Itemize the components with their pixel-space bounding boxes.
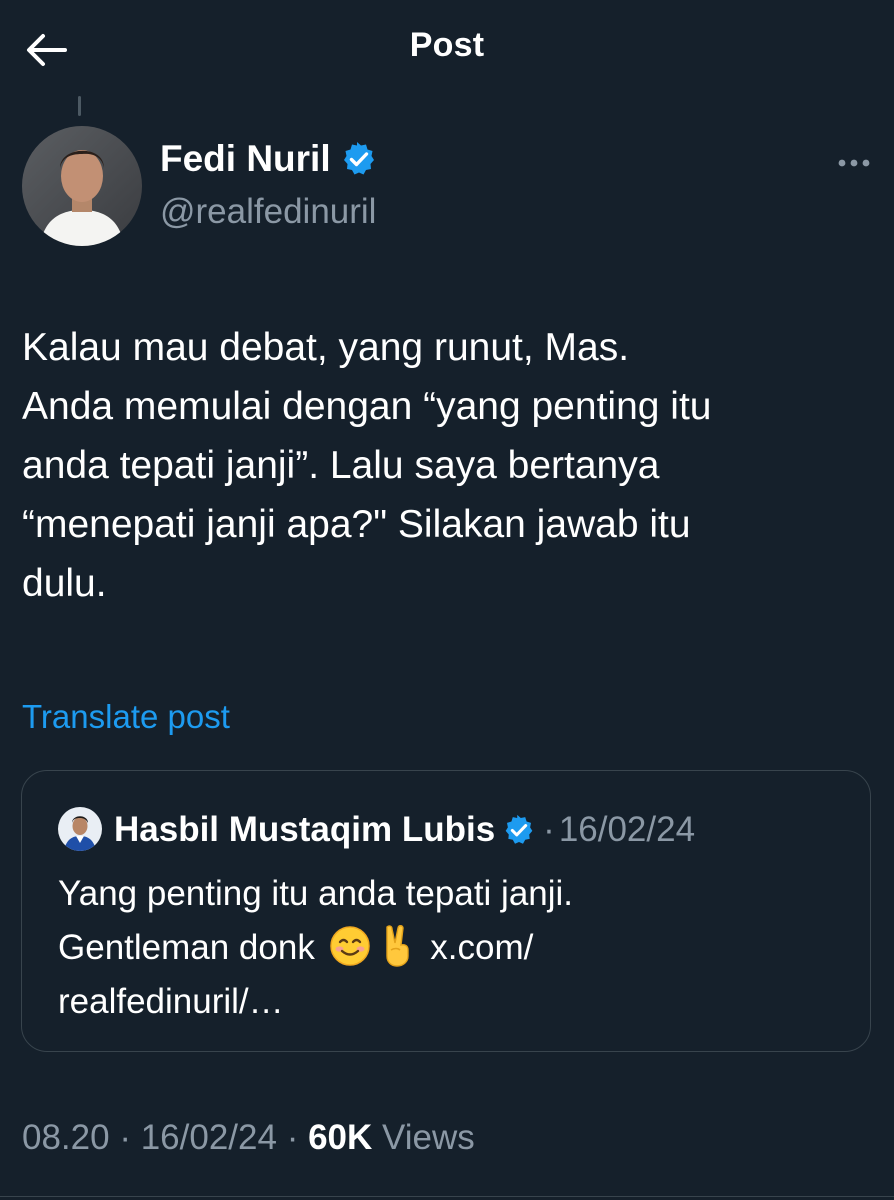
post-text-line: Anda memulai dengan “yang penting itu bbox=[22, 385, 712, 428]
more-options-button[interactable] bbox=[832, 146, 876, 180]
translate-post-link[interactable]: Translate post bbox=[22, 698, 230, 736]
post-text-line: anda tepati janji”. Lalu saya bertanya bbox=[22, 444, 660, 487]
thread-connector bbox=[78, 96, 81, 116]
verified-badge-icon bbox=[505, 814, 533, 844]
page-title: Post bbox=[409, 26, 485, 64]
separator-dot: · bbox=[543, 810, 555, 849]
smiling-face-emoji-icon bbox=[329, 926, 370, 966]
post-body: Kalau mau debat, yang runut, Mas. Anda m… bbox=[22, 318, 852, 613]
post-text-line: “menepati janji apa?" Silakan jawab itu bbox=[22, 503, 691, 546]
quote-body: Yang penting itu anda tepati janji. Gent… bbox=[58, 867, 848, 1029]
quote-text-line[interactable]: realfedinuril/… bbox=[58, 975, 848, 1029]
author-name-row[interactable]: Fedi Nuril bbox=[160, 138, 377, 180]
quote-link-text[interactable]: x.com/ bbox=[430, 928, 533, 967]
more-dots-icon bbox=[838, 159, 870, 167]
divider bbox=[0, 1196, 894, 1197]
quote-author-avatar bbox=[58, 807, 102, 851]
quote-avatar-image bbox=[58, 807, 102, 851]
author-avatar-image bbox=[22, 126, 142, 246]
victory-hand-emoji-icon bbox=[385, 925, 409, 967]
separator-dot: · bbox=[286, 1118, 309, 1157]
verified-badge-icon bbox=[343, 142, 374, 175]
author-handle[interactable]: @realfedinuril bbox=[160, 192, 376, 232]
quote-text-line: Yang penting itu anda tepati janji. bbox=[58, 874, 574, 913]
views-label: Views bbox=[382, 1118, 475, 1157]
author-name: Fedi Nuril bbox=[160, 138, 331, 179]
post-text-line: dulu. bbox=[22, 562, 107, 605]
quote-text-segment: Gentleman donk bbox=[58, 928, 315, 967]
top-bar: Post bbox=[0, 0, 894, 100]
post-date: 16/02/24 bbox=[140, 1118, 277, 1157]
views-count[interactable]: 60K bbox=[308, 1118, 372, 1157]
post-text-line: Kalau mau debat, yang runut, Mas. bbox=[22, 326, 630, 369]
author-avatar[interactable] bbox=[22, 126, 142, 246]
quote-date: 16/02/24 bbox=[558, 810, 696, 849]
post-meta: 08.20 · 16/02/24 · 60K Views bbox=[22, 1118, 475, 1158]
post-time: 08.20 bbox=[22, 1118, 110, 1157]
quote-author-name: Hasbil Mustaqim Lubis bbox=[114, 810, 496, 849]
separator-dot: · bbox=[119, 1118, 141, 1157]
quote-text-line: Gentleman donk x.com/ bbox=[58, 921, 848, 975]
quote-header: Hasbil Mustaqim Lubis · 16/02/24 bbox=[114, 807, 695, 853]
quoted-post-card[interactable]: Hasbil Mustaqim Lubis · 16/02/24 Yang pe… bbox=[21, 770, 871, 1052]
